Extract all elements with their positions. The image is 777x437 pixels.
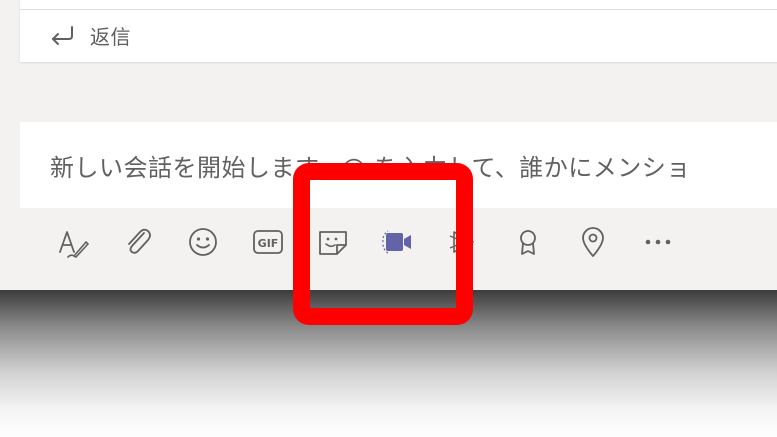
stream-play-icon — [449, 231, 474, 253]
map-pin-icon — [581, 227, 604, 257]
stream-button[interactable] — [430, 220, 495, 264]
praise-button[interactable] — [495, 220, 560, 264]
emoji-button[interactable] — [170, 220, 235, 264]
gif-icon: GIF — [252, 230, 283, 254]
award-ribbon-icon — [519, 230, 536, 255]
attach-button[interactable] — [105, 220, 170, 264]
teams-channel-area: 返信 新しい会話を開始します。@ を入力して、誰かにメンショ GIF — [0, 0, 777, 290]
reply-button[interactable]: 返信 — [48, 20, 131, 50]
meet-now-button[interactable] — [365, 220, 430, 264]
reply-label: 返信 — [90, 24, 131, 49]
format-text-icon — [58, 231, 89, 258]
sticker-icon — [318, 231, 347, 255]
screen-edge-shadow — [0, 290, 777, 437]
gif-button[interactable]: GIF — [235, 220, 300, 264]
smiley-icon — [188, 228, 217, 256]
location-button[interactable] — [560, 220, 625, 264]
paperclip-icon — [127, 228, 151, 254]
message-divider — [20, 9, 777, 10]
more-dots-icon — [645, 239, 670, 245]
reply-arrow-icon — [52, 26, 73, 45]
sticker-button[interactable] — [300, 220, 365, 264]
more-options-button[interactable] — [625, 220, 690, 264]
compose-toolbar: GIF — [40, 220, 690, 264]
compose-placeholder: 新しい会話を開始します。@ を入力して、誰かにメンショ — [50, 154, 691, 182]
message-card: 返信 — [20, 0, 777, 62]
video-camera-icon — [381, 230, 411, 254]
compose-box[interactable]: 新しい会話を開始します。@ を入力して、誰かにメンショ — [20, 122, 777, 208]
gif-icon-text: GIF — [257, 237, 278, 250]
format-button[interactable] — [40, 220, 105, 264]
